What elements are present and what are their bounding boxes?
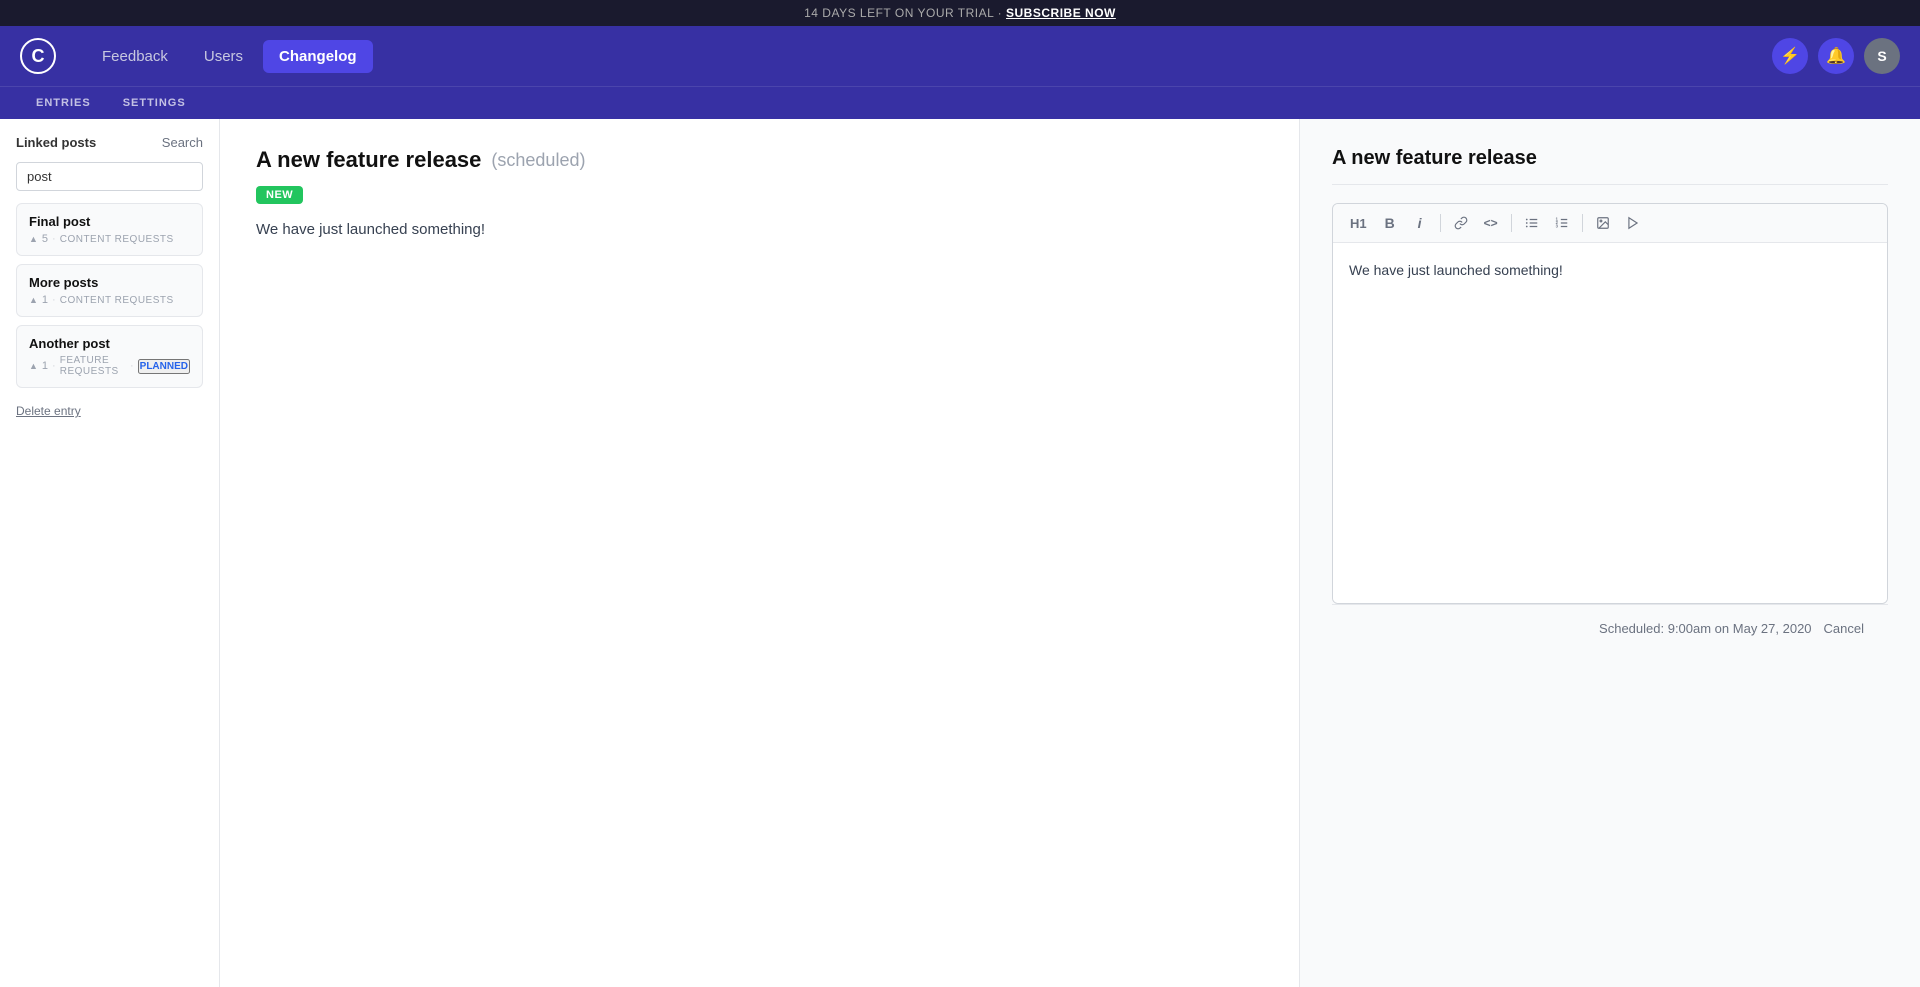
cancel-button[interactable]: Cancel [1824, 621, 1864, 636]
trial-text: 14 DAYS LEFT ON YOUR TRIAL · [804, 6, 1006, 20]
sidebar-header: Linked posts Search [16, 135, 203, 150]
nav-links: Feedback Users Changelog [86, 40, 1772, 73]
sidebar-search-button[interactable]: Search [162, 135, 203, 150]
bell-icon: 🔔 [1826, 46, 1846, 66]
lightning-icon-button[interactable]: ⚡ [1772, 38, 1808, 74]
list-item[interactable]: Final post ▲ 5 · CONTENT REQUESTS [16, 203, 203, 256]
post-category: CONTENT REQUESTS [60, 234, 174, 245]
post-name: More posts [29, 275, 190, 290]
status-planned-button[interactable]: PLANNED [138, 359, 190, 374]
editor-footer: Scheduled: 9:00am on May 27, 2020 Cancel [1332, 604, 1888, 652]
trial-banner: 14 DAYS LEFT ON YOUR TRIAL · SUBSCRIBE N… [0, 0, 1920, 26]
sub-nav-settings[interactable]: SETTINGS [107, 87, 202, 119]
editor-panel: A new feature release H1 B i <> 123 [1300, 119, 1920, 987]
list-item[interactable]: Another post ▲ 1 · FEATURE REQUESTS · PL… [16, 325, 203, 388]
toolbar-code-button[interactable]: <> [1479, 213, 1503, 233]
editor-title: A new feature release [1332, 147, 1888, 185]
toolbar-separator [1440, 214, 1441, 232]
vote-count: 1 [42, 294, 48, 306]
user-avatar[interactable]: S [1864, 38, 1900, 74]
scheduled-label: (scheduled) [491, 150, 585, 171]
nav-users[interactable]: Users [188, 40, 259, 73]
vote-count: 5 [42, 233, 48, 245]
editor-container: H1 B i <> 123 [1332, 203, 1888, 604]
center-panel: A new feature release (scheduled) NEW We… [220, 119, 1300, 987]
list-item[interactable]: More posts ▲ 1 · CONTENT REQUESTS [16, 264, 203, 317]
nav-changelog[interactable]: Changelog [263, 40, 373, 73]
upvote-icon: ▲ [29, 295, 38, 305]
nav-right: ⚡ 🔔 S [1772, 38, 1900, 74]
upvote-icon: ▲ [29, 234, 38, 244]
upvote-icon: ▲ [29, 361, 38, 371]
toolbar-h1-button[interactable]: H1 [1345, 213, 1372, 234]
post-category: FEATURE REQUESTS [60, 355, 126, 377]
toolbar-separator-3 [1582, 214, 1583, 232]
toolbar-link-button[interactable] [1449, 213, 1473, 233]
nav-feedback[interactable]: Feedback [86, 40, 184, 73]
svg-text:3: 3 [1555, 224, 1558, 229]
scheduled-info: Scheduled: 9:00am on May 27, 2020 [1599, 621, 1811, 636]
entry-body: We have just launched something! [256, 218, 1263, 242]
sidebar: Linked posts Search Final post ▲ 5 · CON… [0, 119, 220, 987]
main-layout: Linked posts Search Final post ▲ 5 · CON… [0, 119, 1920, 987]
toolbar-separator-2 [1511, 214, 1512, 232]
post-name: Another post [29, 336, 190, 351]
sub-nav-entries[interactable]: ENTRIES [20, 87, 107, 119]
vote-count: 1 [42, 360, 48, 372]
new-badge: NEW [256, 186, 303, 204]
entry-title-row: A new feature release (scheduled) [256, 147, 1263, 173]
toolbar-image-button[interactable] [1591, 213, 1615, 233]
toolbar-ordered-list-button[interactable]: 123 [1550, 213, 1574, 233]
sidebar-title: Linked posts [16, 135, 96, 150]
toolbar-video-button[interactable] [1621, 213, 1645, 233]
post-meta: ▲ 5 · CONTENT REQUESTS [29, 233, 190, 245]
toolbar-bullet-list-button[interactable] [1520, 213, 1544, 233]
toolbar-bold-button[interactable]: B [1378, 212, 1402, 234]
top-nav: C Feedback Users Changelog ⚡ 🔔 S [0, 26, 1920, 86]
bell-icon-button[interactable]: 🔔 [1818, 38, 1854, 74]
sub-nav: ENTRIES SETTINGS [0, 86, 1920, 119]
entry-title-text: A new feature release [256, 147, 481, 173]
post-name: Final post [29, 214, 190, 229]
editor-body[interactable]: We have just launched something! [1333, 243, 1887, 603]
post-category: CONTENT REQUESTS [60, 295, 174, 306]
subscribe-link[interactable]: SUBSCRIBE NOW [1006, 6, 1116, 20]
post-meta: ▲ 1 · FEATURE REQUESTS · PLANNED [29, 355, 190, 377]
editor-toolbar: H1 B i <> 123 [1333, 204, 1887, 243]
lightning-icon: ⚡ [1780, 46, 1800, 66]
delete-entry-button[interactable]: Delete entry [16, 404, 81, 418]
toolbar-italic-button[interactable]: i [1408, 212, 1432, 234]
logo: C [20, 38, 56, 74]
search-input[interactable] [16, 162, 203, 191]
post-meta: ▲ 1 · CONTENT REQUESTS [29, 294, 190, 306]
